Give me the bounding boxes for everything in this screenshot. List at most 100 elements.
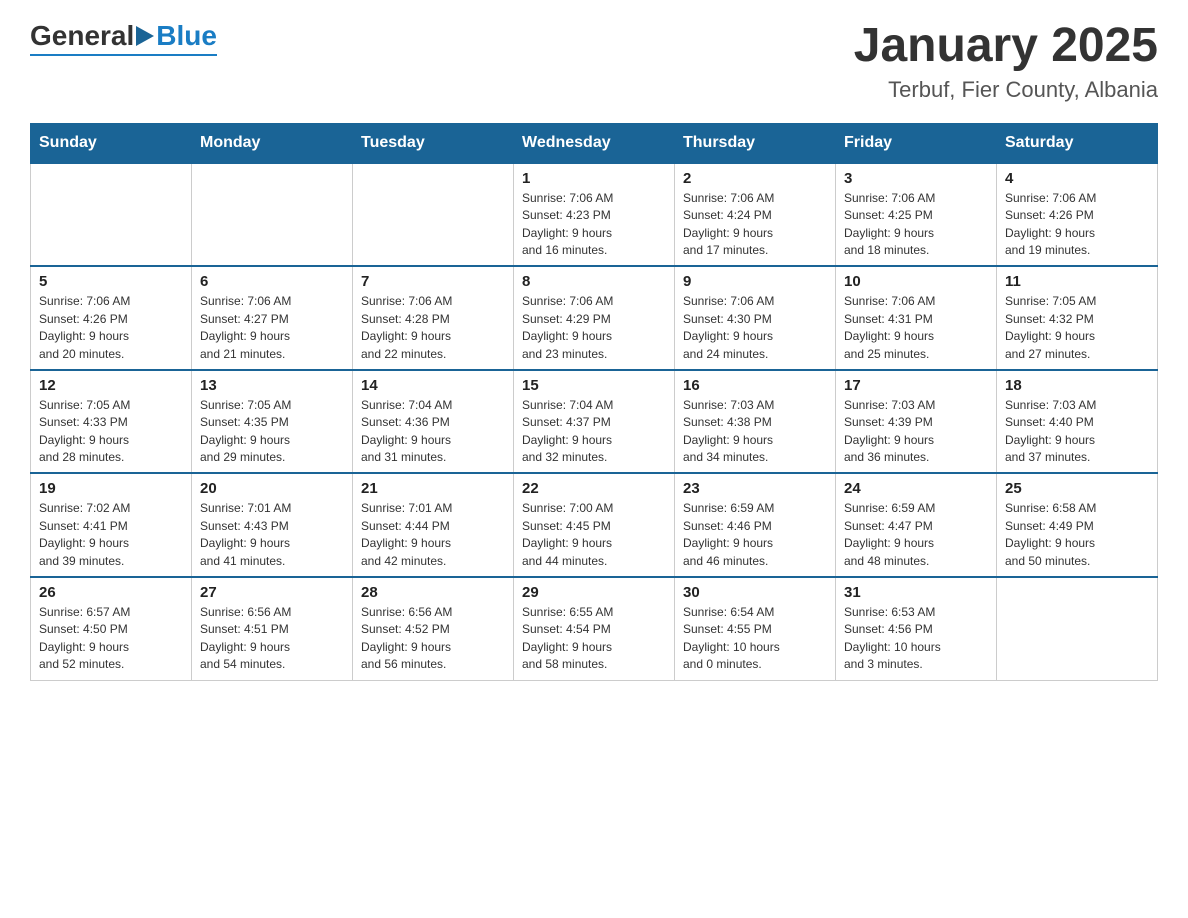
day-cell: 1Sunrise: 7:06 AM Sunset: 4:23 PM Daylig… <box>514 163 675 267</box>
day-cell: 31 Sunrise: 6:53 AM Sunset: 4:56 PM Dayli… <box>836 577 997 680</box>
day-cell: 8 Sunrise: 7:06 AM Sunset: 4:29 PM Daylig… <box>514 266 675 370</box>
day-number: 29 <box>522 584 666 601</box>
day-cell: 26Sunrise: 6:57 AM Sunset: 4:50 PM Dayli… <box>31 577 192 680</box>
day-cell: 5 Sunrise: 7:06 AM Sunset: 4:26 PM Daylig… <box>31 266 192 370</box>
day-cell: 7 Sunrise: 7:06 AM Sunset: 4:28 PM Daylig… <box>353 266 514 370</box>
day-cell: 15Sunrise: 7:04 AM Sunset: 4:37 PM Dayli… <box>514 370 675 474</box>
day-number: 25 <box>1005 480 1149 497</box>
day-cell <box>31 163 192 267</box>
day-number: 12 <box>39 377 183 394</box>
day-info: Sunrise: 7:06 AM Sunset: 4:28 PM Dayligh… <box>361 293 505 363</box>
location-subtitle: Terbuf, Fier County, Albania <box>854 77 1158 103</box>
day-info: Sunrise: 7:04 AM Sunset: 4:37 PM Dayligh… <box>522 397 666 467</box>
col-saturday: Saturday <box>997 123 1158 163</box>
day-number: 30 <box>683 584 827 601</box>
col-thursday: Thursday <box>675 123 836 163</box>
day-number: 31 <box>844 584 988 601</box>
day-cell: 19Sunrise: 7:02 AM Sunset: 4:41 PM Dayli… <box>31 473 192 577</box>
day-number: 4 <box>1005 170 1149 187</box>
day-cell: 24 Sunrise: 6:59 AM Sunset: 4:47 PM Dayli… <box>836 473 997 577</box>
day-number: 8 <box>522 273 666 290</box>
day-number: 10 <box>844 273 988 290</box>
day-number: 3 <box>844 170 988 187</box>
day-info: Sunrise: 6:59 AM Sunset: 4:46 PM Dayligh… <box>683 500 827 570</box>
week-row-4: 19Sunrise: 7:02 AM Sunset: 4:41 PM Dayli… <box>31 473 1158 577</box>
day-info: Sunrise: 6:53 AM Sunset: 4:56 PM Dayligh… <box>844 604 988 674</box>
day-info: Sunrise: 7:06 AM Sunset: 4:30 PM Dayligh… <box>683 293 827 363</box>
day-info: Sunrise: 7:03 AM Sunset: 4:38 PM Dayligh… <box>683 397 827 467</box>
day-info: Sunrise: 6:54 AM Sunset: 4:55 PM Dayligh… <box>683 604 827 674</box>
day-info: Sunrise: 6:59 AM Sunset: 4:47 PM Dayligh… <box>844 500 988 570</box>
day-cell: 9 Sunrise: 7:06 AM Sunset: 4:30 PM Daylig… <box>675 266 836 370</box>
day-number: 18 <box>1005 377 1149 394</box>
day-number: 19 <box>39 480 183 497</box>
day-cell: 16Sunrise: 7:03 AM Sunset: 4:38 PM Dayli… <box>675 370 836 474</box>
page-header: General Blue January 2025 Terbuf, Fier C… <box>30 20 1158 103</box>
day-info: Sunrise: 7:03 AM Sunset: 4:39 PM Dayligh… <box>844 397 988 467</box>
week-row-3: 12 Sunrise: 7:05 AM Sunset: 4:33 PM Dayli… <box>31 370 1158 474</box>
day-info: Sunrise: 6:56 AM Sunset: 4:52 PM Dayligh… <box>361 604 505 674</box>
day-cell: 10 Sunrise: 7:06 AM Sunset: 4:31 PM Dayli… <box>836 266 997 370</box>
day-number: 6 <box>200 273 344 290</box>
day-cell: 12 Sunrise: 7:05 AM Sunset: 4:33 PM Dayli… <box>31 370 192 474</box>
day-number: 2 <box>683 170 827 187</box>
day-number: 23 <box>683 480 827 497</box>
day-cell <box>192 163 353 267</box>
day-cell: 3 Sunrise: 7:06 AM Sunset: 4:25 PM Daylig… <box>836 163 997 267</box>
day-cell: 22Sunrise: 7:00 AM Sunset: 4:45 PM Dayli… <box>514 473 675 577</box>
day-info: Sunrise: 7:06 AM Sunset: 4:26 PM Dayligh… <box>39 293 183 363</box>
day-info: Sunrise: 7:05 AM Sunset: 4:33 PM Dayligh… <box>39 397 183 467</box>
day-cell: 27Sunrise: 6:56 AM Sunset: 4:51 PM Dayli… <box>192 577 353 680</box>
day-number: 21 <box>361 480 505 497</box>
day-number: 5 <box>39 273 183 290</box>
day-cell: 11Sunrise: 7:05 AM Sunset: 4:32 PM Dayli… <box>997 266 1158 370</box>
day-number: 11 <box>1005 273 1149 290</box>
col-friday: Friday <box>836 123 997 163</box>
logo-arrow-icon <box>136 26 154 46</box>
day-info: Sunrise: 7:01 AM Sunset: 4:43 PM Dayligh… <box>200 500 344 570</box>
week-row-5: 26Sunrise: 6:57 AM Sunset: 4:50 PM Dayli… <box>31 577 1158 680</box>
day-number: 24 <box>844 480 988 497</box>
day-info: Sunrise: 7:06 AM Sunset: 4:29 PM Dayligh… <box>522 293 666 363</box>
day-number: 28 <box>361 584 505 601</box>
day-info: Sunrise: 7:06 AM Sunset: 4:31 PM Dayligh… <box>844 293 988 363</box>
col-sunday: Sunday <box>31 123 192 163</box>
day-cell <box>353 163 514 267</box>
day-info: Sunrise: 7:01 AM Sunset: 4:44 PM Dayligh… <box>361 500 505 570</box>
day-number: 9 <box>683 273 827 290</box>
day-number: 7 <box>361 273 505 290</box>
calendar-table: Sunday Monday Tuesday Wednesday Thursday… <box>30 123 1158 681</box>
col-tuesday: Tuesday <box>353 123 514 163</box>
week-row-1: 1Sunrise: 7:06 AM Sunset: 4:23 PM Daylig… <box>31 163 1158 267</box>
day-number: 13 <box>200 377 344 394</box>
day-info: Sunrise: 7:06 AM Sunset: 4:23 PM Dayligh… <box>522 190 666 260</box>
day-cell: 14Sunrise: 7:04 AM Sunset: 4:36 PM Dayli… <box>353 370 514 474</box>
day-cell: 17 Sunrise: 7:03 AM Sunset: 4:39 PM Dayli… <box>836 370 997 474</box>
day-cell: 6 Sunrise: 7:06 AM Sunset: 4:27 PM Daylig… <box>192 266 353 370</box>
day-cell: 30 Sunrise: 6:54 AM Sunset: 4:55 PM Dayli… <box>675 577 836 680</box>
day-cell: 13 Sunrise: 7:05 AM Sunset: 4:35 PM Dayli… <box>192 370 353 474</box>
col-wednesday: Wednesday <box>514 123 675 163</box>
week-row-2: 5 Sunrise: 7:06 AM Sunset: 4:26 PM Daylig… <box>31 266 1158 370</box>
day-info: Sunrise: 7:06 AM Sunset: 4:27 PM Dayligh… <box>200 293 344 363</box>
day-cell: 20 Sunrise: 7:01 AM Sunset: 4:43 PM Dayli… <box>192 473 353 577</box>
logo-general-text: General <box>30 20 134 52</box>
day-number: 17 <box>844 377 988 394</box>
day-cell: 29Sunrise: 6:55 AM Sunset: 4:54 PM Dayli… <box>514 577 675 680</box>
day-number: 14 <box>361 377 505 394</box>
day-info: Sunrise: 6:56 AM Sunset: 4:51 PM Dayligh… <box>200 604 344 674</box>
day-info: Sunrise: 7:00 AM Sunset: 4:45 PM Dayligh… <box>522 500 666 570</box>
day-number: 20 <box>200 480 344 497</box>
day-cell <box>997 577 1158 680</box>
day-info: Sunrise: 6:57 AM Sunset: 4:50 PM Dayligh… <box>39 604 183 674</box>
day-info: Sunrise: 7:03 AM Sunset: 4:40 PM Dayligh… <box>1005 397 1149 467</box>
day-cell: 23 Sunrise: 6:59 AM Sunset: 4:46 PM Dayli… <box>675 473 836 577</box>
title-section: January 2025 Terbuf, Fier County, Albani… <box>854 20 1158 103</box>
day-info: Sunrise: 7:06 AM Sunset: 4:25 PM Dayligh… <box>844 190 988 260</box>
logo-container: General Blue <box>30 20 217 56</box>
day-info: Sunrise: 7:06 AM Sunset: 4:26 PM Dayligh… <box>1005 190 1149 260</box>
month-year-title: January 2025 <box>854 20 1158 73</box>
day-cell: 2Sunrise: 7:06 AM Sunset: 4:24 PM Daylig… <box>675 163 836 267</box>
day-info: Sunrise: 7:05 AM Sunset: 4:35 PM Dayligh… <box>200 397 344 467</box>
logo: General Blue <box>30 20 217 56</box>
